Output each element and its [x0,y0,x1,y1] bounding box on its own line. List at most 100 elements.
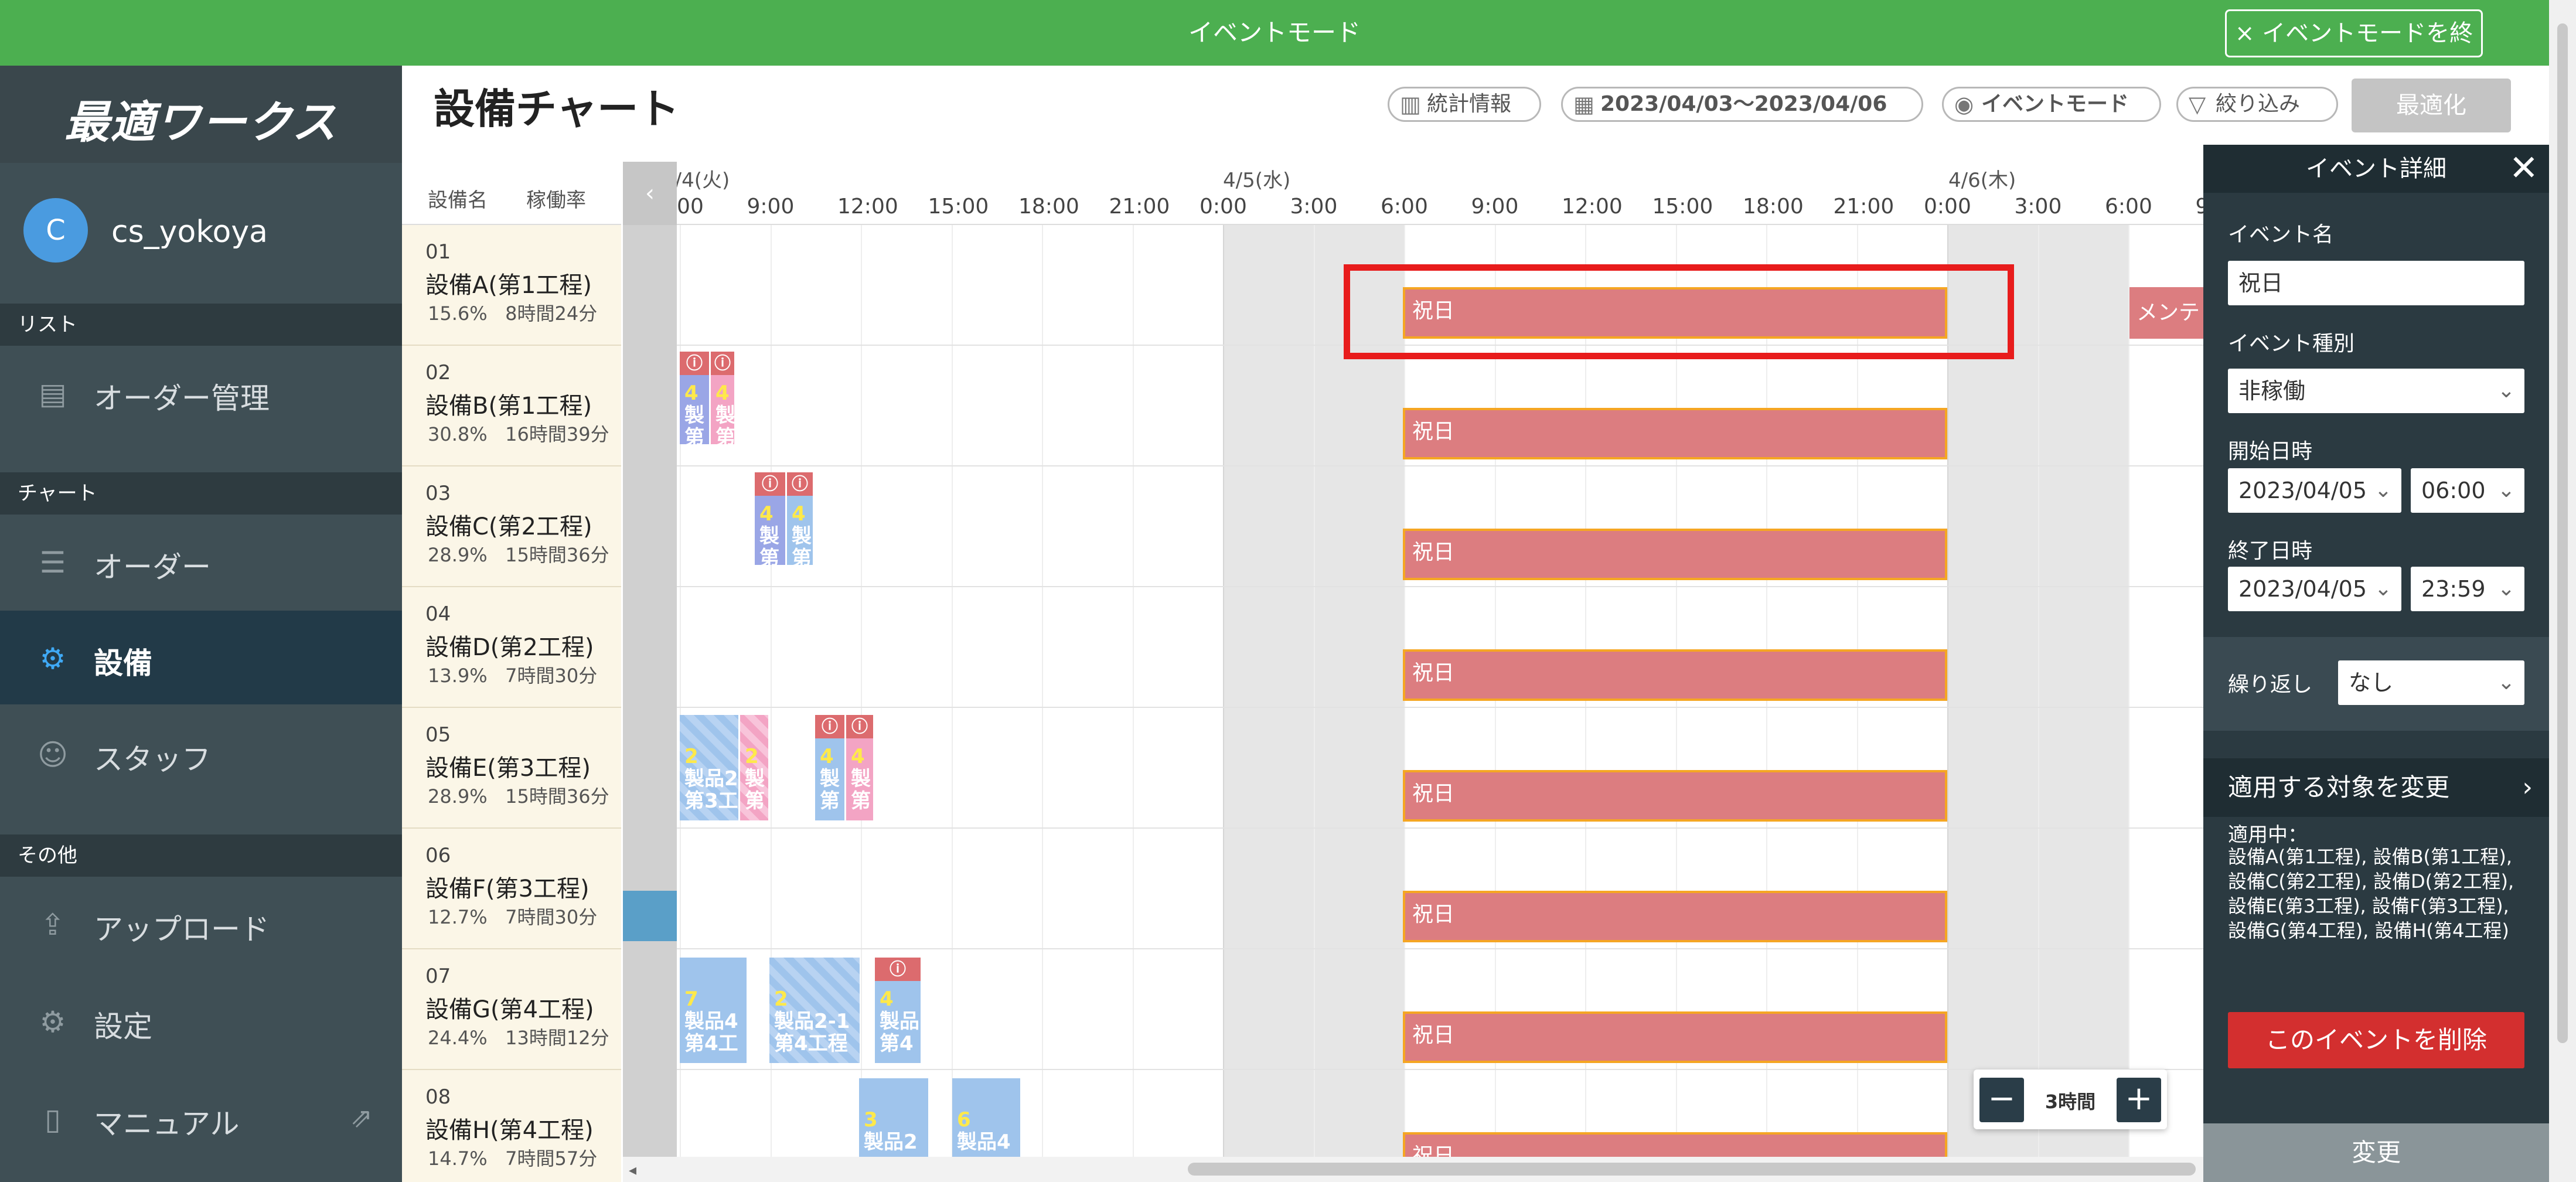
order-quantity: 4 [880,987,894,1011]
equipment-row[interactable]: 05 設備E(第3工程) 28.9% 15時間36分 [402,708,621,829]
sidebar-item-upload[interactable]: ⇪ アップロード [0,877,402,970]
sidebar: 最適ワークス C cs_yokoya リスト ▤ オーダー管理 チャート ☰ オ… [0,66,402,1182]
order-quantity: 2 [745,745,759,768]
row-divider [677,948,2203,949]
holiday-event[interactable]: 祝日 [1403,770,1947,822]
end-date-select[interactable]: 2023/04/05 ⌄ [2228,567,2401,611]
apply-target-button[interactable]: 適用する対象を変更 › [2203,758,2549,817]
horizontal-scrollbar[interactable]: ◂ [623,1157,2203,1182]
order-bar[interactable]: ⓘ 4 製第 [755,472,785,565]
column-header-rate[interactable]: 稼働率 [526,184,586,213]
equipment-row[interactable]: 02 設備B(第1工程) 30.8% 16時間39分 [402,346,621,466]
order-bar[interactable]: ⓘ 4 製第 [680,352,709,444]
equipment-row[interactable]: 08 設備H(第4工程) 14.7% 7時間57分 [402,1070,621,1182]
start-date-select[interactable]: 2023/04/05 ⌄ [2228,468,2401,513]
order-bar[interactable]: ⓘ 4 製第 [815,715,844,820]
sidebar-item-staff[interactable]: ☺ スタッフ [0,707,402,801]
order-bar[interactable]: 2 製品2 第3工 [680,715,738,820]
order-label: 製品2 第3工 [684,767,738,813]
event-mode-button[interactable]: ◉ イベントモード [1942,87,2161,122]
equipment-row[interactable]: 07 設備G(第4工程) 24.4% 13時間12分 [402,949,621,1070]
horizontal-scrollbar-thumb[interactable] [1188,1163,2196,1176]
window-scrollbar-thumb[interactable] [2557,23,2568,1043]
holiday-event[interactable]: 祝日 [1403,529,1947,580]
zoom-in-button[interactable]: + [2117,1078,2161,1122]
equipment-utilization: 24.4% 13時間12分 [428,1023,609,1050]
utilization-time: 13時間12分 [505,1027,609,1049]
holiday-event[interactable]: 祝日 [1403,649,1947,701]
repeat-select[interactable]: なし ⌄ [2338,660,2524,705]
logo-area: 最適ワークス [0,66,402,163]
equipment-row[interactable]: 06 設備F(第3工程) 12.7% 7時間30分 [402,829,621,949]
order-bar[interactable]: 2 製品2-1 第4工程 [769,958,860,1063]
time-label: 6:00 [2105,195,2152,219]
change-button[interactable]: 変更 [2203,1123,2549,1182]
filter-icon: ▽ [2189,91,2206,117]
order-bar-overflow[interactable] [623,891,677,941]
date-range-button[interactable]: ▦ 2023/04/03〜2023/04/06 [1561,87,1923,122]
scroll-left-arrow-icon[interactable]: ◂ [629,1161,636,1179]
exit-event-mode-button[interactable]: × イベントモードを終了 [2225,9,2483,91]
utilization-rate: 13.9% [428,665,488,687]
equipment-utilization: 15.6% 8時間24分 [428,299,597,326]
equipment-name: 設備B(第1工程) [425,393,592,420]
event-name-input[interactable]: 祝日 [2228,261,2524,305]
date-label: 4/5(水) [1223,169,1291,192]
equipment-row[interactable]: 04 設備D(第2工程) 13.9% 7時間30分 [402,587,621,708]
sidebar-item-order-management[interactable]: ▤ オーダー管理 [0,346,402,440]
order-bar[interactable]: ⓘ 4 製第 [787,472,813,565]
gantt-left-scroll[interactable]: ‹ [623,162,677,1157]
order-bar[interactable]: 3 製品2 [859,1078,928,1157]
event-detail-panel: イベント詳細 ✕ イベント名 祝日 イベント種別 非稼働 ⌄ 開始日時 2023… [2203,145,2549,1182]
equipment-utilization: 13.9% 7時間30分 [428,661,597,688]
stats-button[interactable]: ▥ 統計情報 [1388,87,1541,122]
warning-icon: ⓘ [846,715,873,738]
highlight-box [1344,264,2014,359]
holiday-event[interactable]: 祝日 [1403,408,1947,459]
user-profile[interactable]: C cs_yokoya [0,163,402,304]
column-header-name[interactable]: 設備名 [428,184,488,213]
equipment-utilization: 30.8% 16時間39分 [428,420,609,447]
order-bar[interactable]: 7 製品4 第4工 [680,958,747,1063]
equipment-row[interactable]: 01 設備A(第1工程) 15.6% 8時間24分 [402,225,621,346]
zoom-out-button[interactable]: − [1979,1078,2024,1122]
warning-icon: ⓘ [755,472,785,496]
panel-header: イベント詳細 ✕ [2203,145,2549,193]
optimize-button[interactable]: 最適化 [2352,79,2511,132]
end-time-select[interactable]: 23:59 ⌄ [2411,567,2524,611]
utilization-rate: 24.4% [428,1027,488,1049]
holiday-event[interactable]: 祝日 [1403,1132,1947,1157]
order-bar[interactable]: ⓘ 4 製第 [711,352,734,444]
close-icon[interactable]: ✕ [2509,149,2538,187]
filter-button[interactable]: ▽ 絞り込み [2176,87,2338,122]
time-label: 12:00 [1562,195,1623,219]
delete-event-button[interactable]: このイベントを削除 [2228,1012,2524,1068]
order-label: 製品 第4 [880,1010,919,1055]
event-type-select[interactable]: 非稼働 ⌄ [2228,369,2524,413]
sidebar-item-equipment[interactable]: ⚙ 設備 [0,611,402,704]
equipment-name: 設備G(第4工程) [425,996,594,1023]
order-bar[interactable]: ⓘ 4 製品 第4 [875,958,921,1063]
sidebar-item-settings[interactable]: ⚙ 設定 [0,974,402,1068]
equipment-row[interactable]: 03 設備C(第2工程) 28.9% 15時間36分 [402,466,621,587]
warning-icon: ⓘ [711,352,734,375]
scroll-left-icon[interactable]: ‹ [623,162,677,225]
equipment-number: 08 [425,1085,451,1109]
time-label: 0:00 [1200,195,1247,219]
start-time-select[interactable]: 06:00 ⌄ [2411,468,2524,513]
order-bar[interactable]: 2 製第 [740,715,768,820]
app-logo[interactable]: 最適ワークス [0,86,402,151]
chevron-down-icon: ⌄ [2497,478,2515,502]
day-divider [1223,225,1224,1157]
chevron-down-icon: ⌄ [2497,670,2515,694]
holiday-event[interactable]: 祝日 [1403,1011,1947,1063]
order-bar[interactable]: ⓘ 4 製第 [846,715,873,820]
equipment-number: 06 [425,844,451,867]
sidebar-item-manual[interactable]: ▯ マニュアル ⇗ [0,1071,402,1165]
maintenance-event[interactable]: メンテ [2129,287,2203,339]
sidebar-item-order[interactable]: ☰ オーダー [0,515,402,608]
zoom-level: 3時間 [2045,1091,2096,1113]
holiday-event[interactable]: 祝日 [1403,891,1947,942]
window-scrollbar[interactable] [2549,0,2576,1182]
order-bar[interactable]: 6 製品4 [952,1078,1020,1157]
